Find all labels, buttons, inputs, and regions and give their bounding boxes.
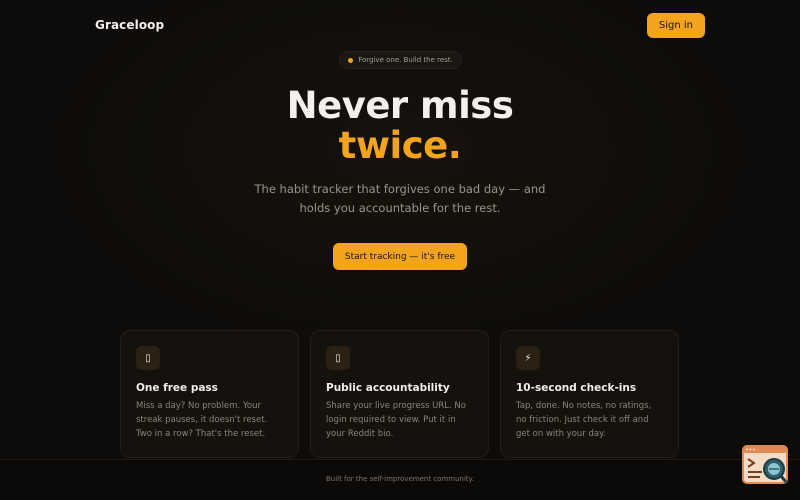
terminal-search-icon xyxy=(742,445,788,484)
start-tracking-button[interactable]: Start tracking — it's free xyxy=(333,243,467,270)
sign-in-button[interactable]: Sign in xyxy=(646,12,705,38)
headline-line-1: Never miss xyxy=(286,84,514,127)
square-glyph-icon: ▯ xyxy=(326,346,350,370)
feature-description: Share your live progress URL. No login r… xyxy=(326,401,466,439)
tagline-badge: Forgive one. Build the rest. xyxy=(339,51,462,69)
square-glyph-icon: ▯ xyxy=(136,346,160,370)
subtitle-line-2: holds you accountable for the rest. xyxy=(299,201,501,215)
feature-title: Public accountability xyxy=(326,382,450,394)
feature-description: Tap, done. No notes, no ratings, no fric… xyxy=(516,401,652,439)
terminal-search-widget[interactable] xyxy=(742,445,788,485)
feature-card-check-ins: ⚡ 10-second check-ins Tap, done. No note… xyxy=(500,330,679,458)
badge-dot-icon xyxy=(348,57,354,63)
landing-page: Graceloop Sign in Forgive one. Build the… xyxy=(0,0,800,500)
feature-card-public-accountability: ▯ Public accountability Share your live … xyxy=(310,330,489,458)
lightning-icon: ⚡ xyxy=(516,346,540,370)
feature-cards: ▯ One free pass Miss a day? No problem. … xyxy=(120,330,680,458)
subtitle-line-1: The habit tracker that forgives one bad … xyxy=(254,182,546,196)
headline-line-2: twice. xyxy=(338,124,462,167)
feature-card-free-pass: ▯ One free pass Miss a day? No problem. … xyxy=(120,330,299,458)
feature-title: 10-second check-ins xyxy=(516,382,637,394)
hero-headline: Never miss twice. xyxy=(0,86,800,166)
badge-text: Forgive one. Build the rest. xyxy=(358,56,453,64)
brand-logo[interactable]: Graceloop xyxy=(95,18,164,32)
footer-divider xyxy=(0,459,800,460)
hero-subtitle: The habit tracker that forgives one bad … xyxy=(0,180,800,218)
feature-title: One free pass xyxy=(136,382,218,394)
footer-text: Built for the self-improvement community… xyxy=(325,475,475,483)
top-nav: Graceloop Sign in xyxy=(95,12,705,38)
feature-description: Miss a day? No problem. Your streak paus… xyxy=(136,401,268,439)
